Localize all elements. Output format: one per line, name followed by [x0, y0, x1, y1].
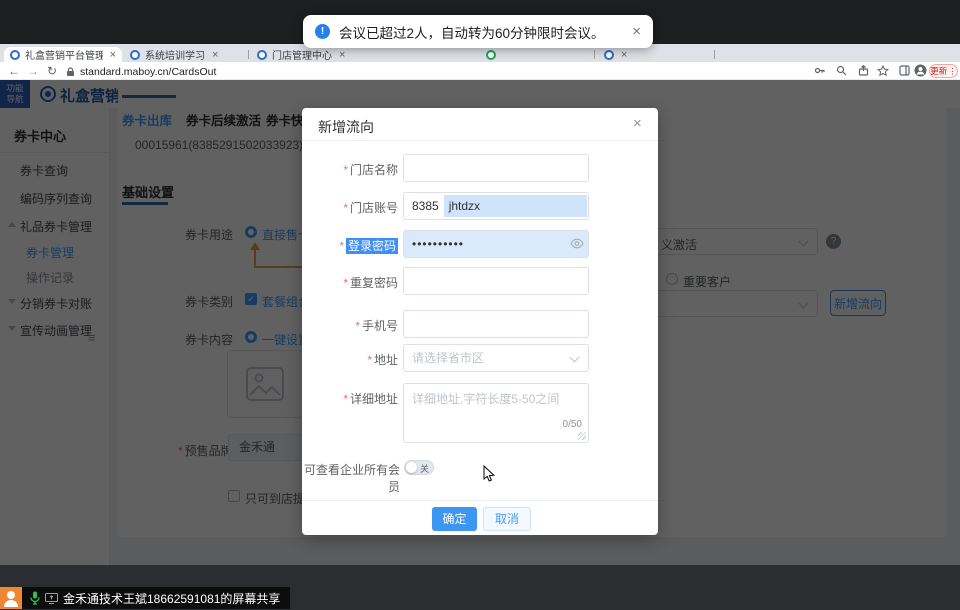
repeat-password-input[interactable]: [403, 267, 589, 295]
lock-icon: [66, 67, 75, 77]
toggle-off-label: 关: [420, 462, 429, 475]
back-button[interactable]: ←: [8, 64, 20, 78]
tab-close-icon[interactable]: ×: [110, 49, 116, 61]
cancel-button[interactable]: 取消: [483, 507, 531, 531]
site-favicon: [604, 50, 614, 60]
phone-input[interactable]: [403, 310, 589, 338]
tab-label: 礼盒营销平台管理中心: [25, 47, 103, 62]
tab-label: 系统培训学习: [145, 47, 205, 62]
side-panel-icon[interactable]: [899, 65, 910, 76]
screen: 礼盒营销平台管理中心 × 系统培训学习 × 门店管理中心 × × + − × ←: [0, 0, 960, 610]
required-asterisk: *: [343, 201, 348, 215]
modal-close-icon[interactable]: ×: [633, 115, 642, 132]
store-name-label: *门店名称: [302, 161, 398, 178]
url-text[interactable]: standard.maboy.cn/CardsOut: [80, 66, 216, 78]
mouse-cursor: [483, 465, 496, 483]
browser-tab-2[interactable]: 系统培训学习 ×: [124, 47, 246, 62]
address-label: *地址: [302, 351, 398, 368]
account-value-selected: jhtdzx: [444, 195, 587, 217]
modal-title: 新增流向: [318, 117, 374, 137]
zoom-icon[interactable]: [836, 65, 847, 76]
address-placeholder: 请选择省市区: [412, 351, 484, 365]
confirm-button[interactable]: 确定: [432, 507, 477, 531]
divider: [302, 140, 658, 141]
tab-separator: [714, 50, 715, 59]
share-bar-text: 金禾通技术王斌18662591081的屏幕共享: [63, 590, 280, 607]
kebab-menu-icon: ⋮: [948, 66, 957, 77]
password-label: *登录密码: [302, 237, 398, 254]
forward-button[interactable]: →: [27, 64, 39, 78]
address-select[interactable]: 请选择省市区: [403, 344, 589, 372]
browser-tab-1[interactable]: 礼盒营销平台管理中心 ×: [4, 47, 122, 62]
required-asterisk: *: [339, 239, 344, 253]
person-icon[interactable]: [0, 587, 22, 609]
char-counter: 0/50: [563, 419, 582, 430]
tab-separator: [594, 50, 595, 59]
account-prefix: 8385: [404, 199, 439, 213]
detail-address-placeholder: 详细地址,字符长度5-50之间: [404, 384, 588, 413]
member-toggle-switch[interactable]: 关: [404, 460, 434, 475]
divider: [302, 500, 658, 501]
profile-avatar-icon[interactable]: [914, 64, 927, 77]
store-account-input[interactable]: 8385 jhtdzx: [403, 192, 589, 220]
required-asterisk: *: [343, 163, 348, 177]
password-input[interactable]: ••••••••••: [403, 230, 589, 258]
browser-tab-4[interactable]: [480, 47, 590, 62]
eye-icon[interactable]: [570, 238, 584, 249]
screen-share-bar: 金禾通技术王斌18662591081的屏幕共享: [0, 587, 290, 609]
browser-tab-5[interactable]: ×: [598, 47, 690, 62]
chevron-down-icon: [570, 353, 580, 363]
info-icon: !: [315, 24, 330, 39]
detail-address-textarea[interactable]: 详细地址,字符长度5-50之间 0/50: [403, 383, 589, 443]
site-favicon: [130, 50, 140, 60]
phone-label: *手机号: [302, 317, 398, 334]
detail-address-label: *详细地址: [302, 390, 398, 407]
tab-close-icon[interactable]: ×: [621, 49, 627, 61]
store-name-input[interactable]: [403, 154, 589, 182]
toast-message: 会议已超过2人，自动转为60分钟限时会议。: [339, 22, 623, 42]
key-icon[interactable]: [814, 65, 825, 76]
tab-separator: [248, 50, 249, 59]
update-label: 更新: [930, 65, 947, 77]
screen-share-icon: [45, 593, 58, 604]
required-asterisk: *: [355, 319, 360, 333]
tab-label: 门店管理中心: [272, 47, 332, 62]
site-favicon: [257, 50, 267, 60]
tab-close-icon[interactable]: ×: [212, 49, 218, 61]
required-asterisk: *: [343, 392, 348, 406]
repeat-password-label: *重复密码: [302, 274, 398, 291]
browser-tab-3[interactable]: 门店管理中心 ×: [251, 47, 373, 62]
chrome-update-button[interactable]: 更新 ⋮: [929, 64, 958, 78]
reload-button[interactable]: ↻: [47, 64, 57, 78]
required-asterisk: *: [343, 276, 348, 290]
toggle-knob: [406, 462, 417, 473]
site-favicon: [10, 50, 20, 60]
required-asterisk: *: [367, 353, 372, 367]
page-viewport: 功能 导航 礼盒营销 – 标准版 仓分享中心 更快捷的券卡、订单和快递查询入口 …: [0, 80, 960, 565]
site-favicon: [486, 50, 496, 60]
tab-close-icon[interactable]: ×: [339, 49, 345, 61]
member-toggle-label: 可查看企业所有会员: [302, 461, 400, 495]
browser-toolbar: ← → ↻ standard.maboy.cn/CardsOut 更新 ⋮: [0, 62, 960, 80]
resize-handle-icon[interactable]: [578, 432, 586, 440]
bookmark-star-icon[interactable]: [877, 65, 889, 77]
meeting-toast: ! 会议已超过2人，自动转为60分钟限时会议。 ×: [303, 15, 653, 48]
toast-close-icon[interactable]: ×: [632, 23, 641, 40]
share-icon[interactable]: [858, 65, 869, 76]
microphone-icon: [30, 591, 40, 605]
add-flow-modal: 新增流向 × *门店名称 *门店账号 8385 jhtdzx *登录密码 •••…: [302, 108, 658, 535]
store-account-label: *门店账号: [302, 199, 398, 216]
